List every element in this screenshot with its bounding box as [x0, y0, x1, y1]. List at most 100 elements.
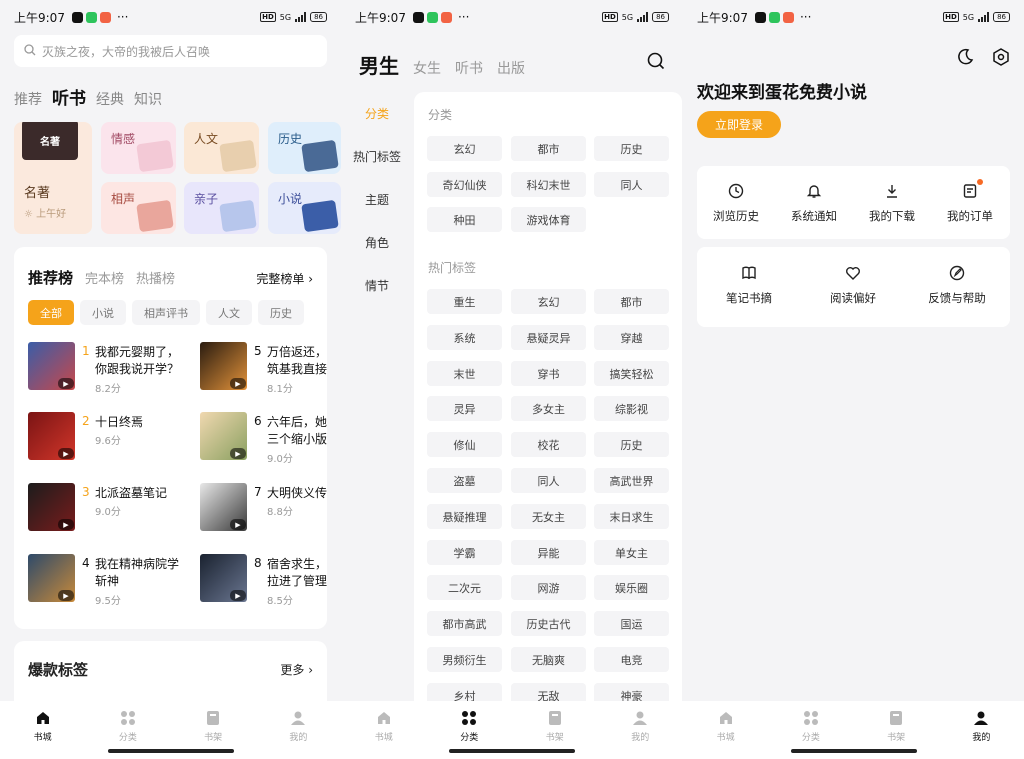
category-novel[interactable]: 小说	[268, 182, 341, 234]
tag[interactable]: 悬疑推理	[427, 504, 502, 529]
settings-icon[interactable]	[992, 48, 1010, 70]
tab-publish[interactable]: 出版	[497, 58, 525, 78]
tag[interactable]: 同人	[594, 172, 669, 197]
tag[interactable]: 种田	[427, 207, 502, 232]
tag[interactable]: 都市	[511, 136, 586, 161]
reading-preference-button[interactable]: 阅读偏好	[801, 264, 905, 306]
nav-bookshelf[interactable]: 书架	[188, 709, 238, 743]
tab-audiobook[interactable]: 听书	[52, 84, 86, 109]
chip-novel[interactable]: 小说	[80, 300, 126, 325]
ranked-book[interactable]: ▶ 3 北派盗墓笔记 9.0分	[28, 483, 178, 539]
search-icon[interactable]	[647, 52, 665, 70]
tag[interactable]: 修仙	[427, 432, 502, 457]
tab-finished-rank[interactable]: 完本榜	[85, 268, 124, 287]
chip-humanities[interactable]: 人文	[206, 300, 252, 325]
tag[interactable]: 都市高武	[427, 611, 502, 636]
tab-knowledge[interactable]: 知识	[134, 89, 162, 109]
tag[interactable]: 末世	[427, 361, 502, 386]
tag[interactable]: 多女主	[511, 396, 586, 421]
full-ranking-link[interactable]: 完整榜单 ›	[256, 270, 313, 287]
tag[interactable]: 历史古代	[511, 611, 586, 636]
category-family[interactable]: 亲子	[184, 182, 259, 234]
tag[interactable]: 无脑爽	[511, 647, 586, 672]
nav-mine[interactable]: 我的	[956, 709, 1006, 743]
chip-history[interactable]: 历史	[258, 300, 304, 325]
ranked-book[interactable]: ▶ 7 大明侠义传 8.8分	[200, 483, 341, 539]
category-classics[interactable]: 名著 名著 ☼ 上午好	[14, 122, 92, 234]
login-button[interactable]: 立即登录	[697, 111, 781, 138]
tag[interactable]: 悬疑灵异	[511, 325, 586, 350]
nav-bookstore[interactable]: 书城	[359, 709, 409, 743]
notes-button[interactable]: 笔记书摘	[697, 264, 801, 306]
nav-bookshelf[interactable]: 书架	[530, 709, 580, 743]
system-notice-button[interactable]: 系统通知	[775, 182, 853, 224]
tag[interactable]: 单女主	[594, 540, 669, 565]
tab-recommend-rank[interactable]: 推荐榜	[28, 267, 73, 288]
sidebar-item-theme[interactable]: 主题	[341, 178, 413, 221]
nav-bookstore[interactable]: 书城	[701, 709, 751, 743]
tag[interactable]: 游戏体育	[511, 207, 586, 232]
sidebar-item-plot[interactable]: 情节	[341, 264, 413, 307]
tag[interactable]: 电竞	[594, 647, 669, 672]
tab-female[interactable]: 女生	[413, 58, 441, 78]
tag[interactable]: 高武世界	[594, 468, 669, 493]
browse-history-button[interactable]: 浏览历史	[697, 182, 775, 224]
tag[interactable]: 系统	[427, 325, 502, 350]
tag[interactable]: 穿越	[594, 325, 669, 350]
tab-audio[interactable]: 听书	[455, 58, 483, 78]
tag[interactable]: 二次元	[427, 575, 502, 600]
tag[interactable]: 都市	[594, 289, 669, 314]
tab-classic[interactable]: 经典	[96, 89, 124, 109]
tab-hot-rank[interactable]: 热播榜	[136, 268, 175, 287]
hot-tags-more-link[interactable]: 更多 ›	[280, 661, 313, 678]
ranked-book[interactable]: ▶ 6 六年后，她三个缩小版 9.0分	[200, 412, 341, 468]
nav-category[interactable]: 分类	[103, 709, 153, 743]
tag[interactable]: 无女主	[511, 504, 586, 529]
tag[interactable]: 综影视	[594, 396, 669, 421]
nav-mine[interactable]: 我的	[615, 709, 665, 743]
tag[interactable]: 学霸	[427, 540, 502, 565]
sidebar-item-category[interactable]: 分类	[341, 92, 413, 135]
tag[interactable]: 盗墓	[427, 468, 502, 493]
my-downloads-button[interactable]: 我的下载	[853, 182, 931, 224]
tag[interactable]: 历史	[594, 136, 669, 161]
tag[interactable]: 玄幻	[511, 289, 586, 314]
tag[interactable]: 玄幻	[427, 136, 502, 161]
tag[interactable]: 奇幻仙侠	[427, 172, 502, 197]
feedback-button[interactable]: 反馈与帮助	[905, 264, 1009, 306]
chip-crosstalk[interactable]: 相声评书	[132, 300, 200, 325]
category-crosstalk[interactable]: 相声	[101, 182, 176, 234]
tag[interactable]: 末日求生	[594, 504, 669, 529]
search-bar[interactable]: 灭族之夜，大帝的我被后人召唤	[14, 35, 327, 67]
sidebar-item-role[interactable]: 角色	[341, 221, 413, 264]
chip-all[interactable]: 全部	[28, 300, 74, 325]
tag[interactable]: 历史	[594, 432, 669, 457]
nav-bookshelf[interactable]: 书架	[871, 709, 921, 743]
category-emotion[interactable]: 情感	[101, 122, 176, 174]
category-history[interactable]: 历史	[268, 122, 341, 174]
ranked-book[interactable]: ▶ 2 十日终焉 9.6分	[28, 412, 178, 468]
tab-male[interactable]: 男生	[359, 50, 399, 79]
ranked-book[interactable]: ▶ 8 宿舍求生，拉进了管理 8.5分	[200, 554, 341, 610]
tag[interactable]: 男频衍生	[427, 647, 502, 672]
ranked-book[interactable]: ▶ 5 万倍返还，筑基我直接 8.1分	[200, 342, 341, 398]
tag[interactable]: 穿书	[511, 361, 586, 386]
nav-mine[interactable]: 我的	[273, 709, 323, 743]
ranked-book[interactable]: ▶ 4 我在精神病院学斩神 9.5分	[28, 554, 179, 610]
tag[interactable]: 灵异	[427, 396, 502, 421]
tag[interactable]: 同人	[511, 468, 586, 493]
tag[interactable]: 搞笑轻松	[594, 361, 669, 386]
tag[interactable]: 娱乐圈	[594, 575, 669, 600]
nav-category[interactable]: 分类	[444, 709, 494, 743]
sidebar-item-hot-tags[interactable]: 热门标签	[341, 135, 413, 178]
moon-icon[interactable]	[956, 48, 974, 70]
ranked-book[interactable]: ▶ 1 我都元婴期了，你跟我说开学？ 8.2分	[28, 342, 179, 398]
tag[interactable]: 国运	[594, 611, 669, 636]
tag[interactable]: 科幻末世	[511, 172, 586, 197]
nav-category[interactable]: 分类	[786, 709, 836, 743]
nav-bookstore[interactable]: 书城	[18, 709, 68, 743]
tag[interactable]: 异能	[511, 540, 586, 565]
category-humanities[interactable]: 人文	[184, 122, 259, 174]
tag[interactable]: 网游	[511, 575, 586, 600]
tag[interactable]: 重生	[427, 289, 502, 314]
